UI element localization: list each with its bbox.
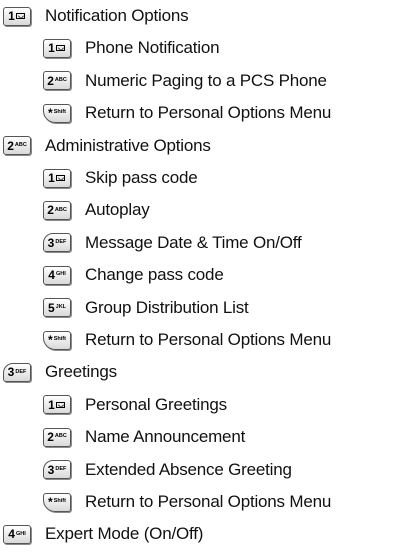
- key-number: 4: [8, 527, 15, 542]
- submenu-item[interactable]: 2 ABC Autoplay: [43, 196, 150, 224]
- submenu-item[interactable]: 5 JKL Group Distribution List: [43, 294, 249, 322]
- menu-item-label: Administrative Options: [45, 135, 211, 155]
- key-number: 4: [48, 268, 55, 283]
- key-letters: ABC: [54, 77, 67, 84]
- submenu-item[interactable]: * Shift Return to Personal Options Menu: [43, 326, 331, 354]
- key-number: 1: [48, 397, 55, 412]
- keypad-key-icon: 1: [43, 168, 71, 188]
- key-number: *: [48, 495, 53, 509]
- submenu-item[interactable]: 2 ABC Name Announcement: [43, 423, 245, 451]
- key-number: 3: [7, 365, 15, 380]
- key-letters: ABC: [54, 433, 67, 440]
- keypad-key-icon: 3 DEF: [3, 362, 31, 382]
- key-letters: Shift: [53, 498, 66, 505]
- menu-item-label: Extended Absence Greeting: [85, 459, 292, 479]
- keypad-key-icon: 1: [43, 395, 71, 415]
- key-number: 1: [48, 41, 55, 56]
- keypad-key-icon: 1: [3, 6, 31, 26]
- menu-item-label: Message Date & Time On/Off: [85, 232, 302, 252]
- key-number: 2: [47, 203, 54, 218]
- key-number: 5: [47, 300, 55, 315]
- submenu-item[interactable]: 1 Skip pass code: [43, 164, 198, 192]
- keypad-key-icon: * Shift: [43, 103, 71, 123]
- menu-item[interactable]: 1 Notification Options: [3, 2, 189, 30]
- submenu-item[interactable]: * Shift Return to Personal Options Menu: [43, 488, 331, 516]
- key-letters: ABC: [14, 141, 27, 148]
- envelope-icon: [55, 45, 65, 52]
- submenu-item[interactable]: * Shift Return to Personal Options Menu: [43, 99, 331, 127]
- menu-item-label: Return to Personal Options Menu: [85, 103, 332, 123]
- keypad-key-icon: 2 ABC: [43, 427, 71, 447]
- key-number: 2: [47, 73, 54, 88]
- key-number: 2: [47, 430, 54, 445]
- key-letters: GHI: [55, 271, 66, 278]
- key-letters: DEF: [55, 465, 67, 472]
- menu-item-label: Autoplay: [85, 200, 150, 220]
- key-number: 1: [8, 9, 15, 23]
- menu-item-label: Phone Notification: [85, 38, 220, 58]
- submenu-item[interactable]: 3 DEF Extended Absence Greeting: [43, 456, 292, 484]
- submenu-item[interactable]: 3 DEF Message Date & Time On/Off: [43, 229, 302, 257]
- menu-item-label: Group Distribution List: [85, 297, 249, 317]
- keypad-key-icon: 5 JKL: [43, 298, 71, 318]
- keypad-key-icon: 1: [43, 38, 71, 58]
- keypad-key-icon: * Shift: [43, 330, 71, 350]
- menu-item-label: Personal Greetings: [85, 394, 227, 414]
- key-letters: ABC: [54, 206, 67, 213]
- menu-item-label: Name Announcement: [85, 427, 246, 447]
- envelope-icon: [55, 175, 65, 181]
- submenu-item[interactable]: 2 ABC Numeric Paging to a PCS Phone: [43, 67, 327, 95]
- keypad-key-icon: 2 ABC: [3, 136, 31, 156]
- menu-item-label: Return to Personal Options Menu: [85, 330, 332, 349]
- keypad-key-icon: 3 DEF: [43, 233, 71, 253]
- menu-item-label: Greetings: [45, 362, 117, 382]
- envelope-icon: [15, 13, 25, 19]
- keypad-key-icon: 3 DEF: [43, 460, 71, 480]
- menu-item-label: Return to Personal Options Menu: [85, 492, 332, 511]
- key-letters: DEF: [55, 239, 67, 246]
- key-number: 2: [7, 138, 14, 153]
- menu-item-label: Numeric Paging to a PCS Phone: [85, 70, 327, 90]
- keypad-key-icon: 4 GHI: [3, 524, 31, 544]
- key-letters: GHI: [15, 530, 26, 537]
- menu-item-label: Change pass code: [85, 265, 224, 285]
- keypad-key-icon: 4 GHI: [43, 265, 71, 285]
- menu-item-label: Expert Mode (On/Off): [45, 524, 204, 544]
- key-letters: Shift: [53, 336, 66, 343]
- key-letters: Shift: [53, 109, 66, 116]
- menu-item-label: Notification Options: [45, 6, 189, 25]
- key-letters: DEF: [15, 368, 27, 375]
- key-number: 3: [47, 462, 55, 477]
- submenu-item[interactable]: 1 Personal Greetings: [43, 391, 227, 419]
- menu-item-label: Skip pass code: [85, 168, 198, 187]
- keypad-key-icon: * Shift: [43, 492, 71, 512]
- key-number: *: [48, 106, 53, 121]
- keypad-key-icon: 2 ABC: [43, 200, 71, 220]
- submenu-item[interactable]: 1 Phone Notification: [43, 34, 220, 62]
- key-letters: JKL: [55, 303, 67, 310]
- envelope-icon: [55, 401, 65, 408]
- key-number: *: [48, 333, 53, 347]
- key-number: 1: [48, 171, 55, 185]
- keypad-key-icon: 2 ABC: [43, 71, 71, 91]
- menu-item[interactable]: 4 GHI Expert Mode (On/Off): [3, 520, 203, 548]
- menu-item[interactable]: 3 DEF Greetings: [3, 358, 117, 386]
- menu-item[interactable]: 2 ABC Administrative Options: [3, 132, 211, 160]
- key-number: 3: [47, 235, 55, 250]
- submenu-item[interactable]: 4 GHI Change pass code: [43, 261, 224, 289]
